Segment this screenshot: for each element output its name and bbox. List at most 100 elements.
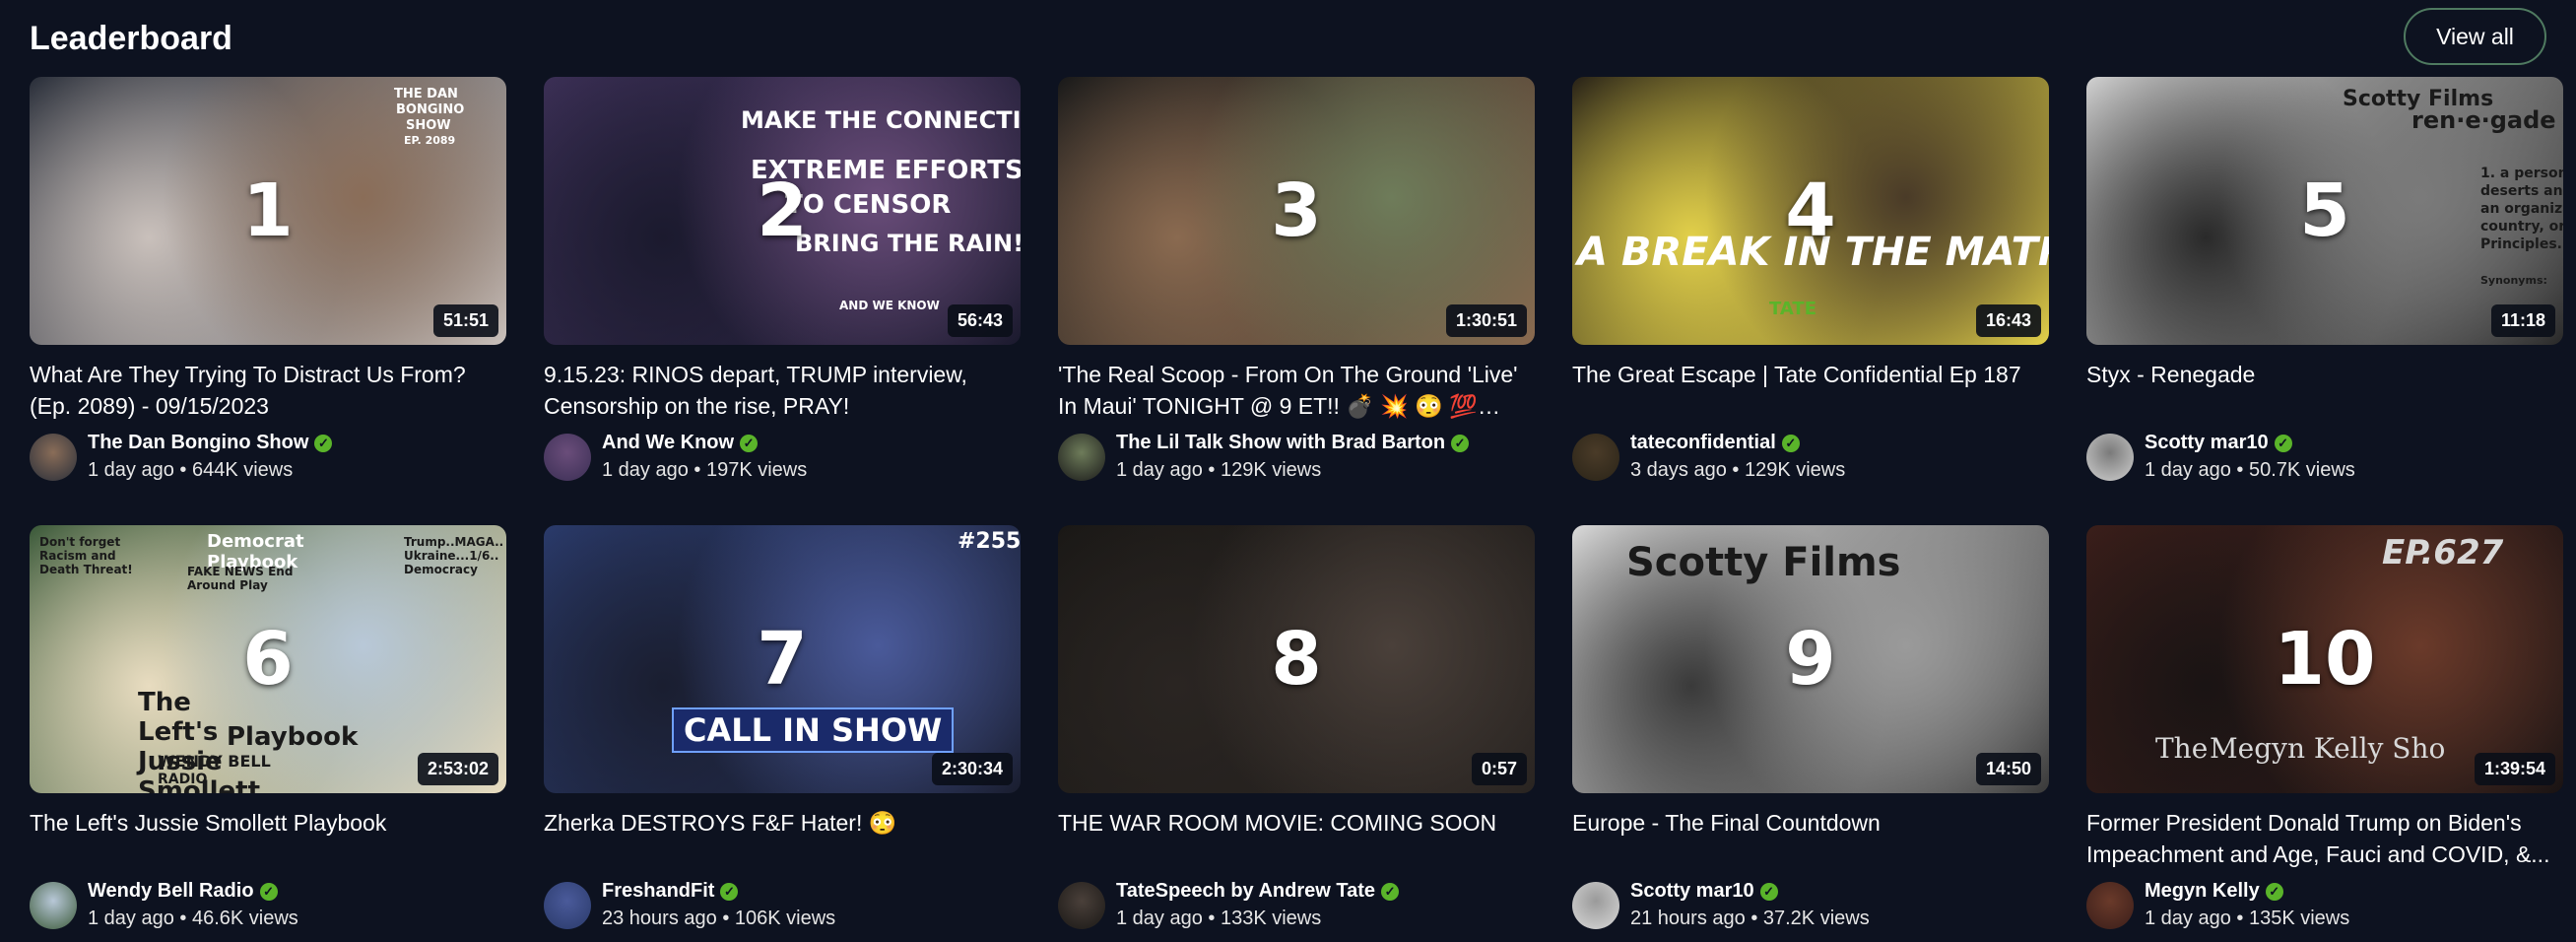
rank-number: 1 [242,168,294,253]
channel-name[interactable]: tateconfidential ✓ [1630,432,1800,454]
channel-avatar[interactable] [544,882,591,929]
video-meta: And We Know ✓ 1 day ago • 197K views [544,430,1021,485]
duration-badge: 14:50 [1975,753,2041,785]
video-card[interactable]: 10 1:39:54 EP.627 The Megyn Kelly Sho Form… [2086,525,2563,942]
video-title[interactable]: Europe - The Final Countdown [1572,807,2049,870]
channel-avatar[interactable] [1058,434,1105,481]
video-title[interactable]: Styx - Renegade [2086,359,2563,422]
video-card[interactable]: 8 0:57 THE WAR ROOM MOVIE: COMING SOON T… [1058,525,1535,942]
duration-badge: 56:43 [947,304,1013,337]
video-stats: 21 hours ago • 37.2K views [1630,908,1870,929]
rank-number: 5 [2299,168,2350,253]
video-thumbnail[interactable]: 10 1:39:54 EP.627 The Megyn Kelly Sho [2086,525,2563,793]
verified-check-icon: ✓ [2274,434,2292,452]
channel-avatar[interactable] [2086,882,2134,929]
video-title[interactable]: What Are They Trying To Distract Us From… [30,359,506,422]
channel-label: FreshandFit [602,880,715,902]
duration-badge: 1:39:54 [2474,753,2555,785]
channel-avatar[interactable] [1572,434,1619,481]
video-grid: 1 51:51 THE DAN BONGINO SHOW EP. 2089 What … [30,77,2563,942]
channel-label: The Lil Talk Show with Brad Barton [1116,432,1446,453]
rank-number: 2 [757,168,808,253]
video-thumbnail[interactable]: 1 51:51 THE DAN BONGINO SHOW EP. 2089 [30,77,506,345]
channel-name[interactable]: FreshandFit ✓ [602,880,739,903]
video-meta: FreshandFit ✓ 23 hours ago • 106K views [544,878,1021,933]
video-card[interactable]: 1 51:51 THE DAN BONGINO SHOW EP. 2089 What … [30,77,506,525]
channel-avatar[interactable] [1058,882,1105,929]
verified-check-icon: ✓ [1451,434,1470,452]
verified-check-icon: ✓ [259,882,278,901]
verified-check-icon: ✓ [1759,882,1778,901]
channel-avatar[interactable] [1572,882,1619,929]
video-card[interactable]: 4 16:43 A BREAK IN THE MATRIXTATE The Gr… [1572,77,2049,525]
video-stats: 1 day ago • 135K views [2145,908,2350,929]
channel-name[interactable]: And We Know ✓ [602,432,759,454]
rank-number: 9 [1785,617,1836,702]
verified-check-icon: ✓ [740,434,759,452]
video-thumbnail[interactable]: 8 0:57 [1058,525,1535,793]
video-card[interactable]: 5 11:18 Scotty Films ren·e·gade 1. a perso… [2086,77,2563,525]
video-thumbnail[interactable]: 9 14:50 Scotty Films [1572,525,2049,793]
video-stats: 1 day ago • 197K views [602,459,808,481]
video-thumbnail[interactable]: 5 11:18 Scotty Films ren·e·gade 1. a perso… [2086,77,2563,345]
duration-badge: 11:18 [2490,304,2555,337]
view-all-button[interactable]: View all [2404,8,2546,65]
verified-check-icon: ✓ [1781,434,1800,452]
video-card[interactable]: 2 56:43 MAKE THE CONNECTIONEXTREME EFFOR… [544,77,1021,525]
duration-badge: 51:51 [432,304,498,337]
verified-check-icon: ✓ [2265,882,2283,901]
video-thumbnail[interactable]: 3 1:30:51 [1058,77,1535,345]
video-stats: 1 day ago • 46.6K views [88,908,298,929]
channel-name[interactable]: Wendy Bell Radio ✓ [88,880,278,903]
video-meta: TateSpeech by Andrew Tate ✓ 1 day ago • … [1058,878,1535,933]
video-title[interactable]: 'The Real Scoop - From On The Ground 'Li… [1058,359,1535,422]
rank-number: 4 [1785,168,1836,253]
video-title[interactable]: Zherka DESTROYS F&F Hater! 😳 [544,807,1021,870]
video-thumbnail[interactable]: 6 2:53:02 Democrat Playbook FAKE NEWS End… [30,525,506,793]
channel-name[interactable]: The Dan Bongino Show ✓ [88,432,333,454]
video-card[interactable]: 6 2:53:02 Democrat Playbook FAKE NEWS End… [30,525,506,942]
channel-label: The Dan Bongino Show [88,432,309,453]
channel-name[interactable]: The Lil Talk Show with Brad Barton ✓ [1116,432,1470,454]
video-meta: Scotty mar10 ✓ 21 hours ago • 37.2K view… [1572,878,2049,933]
video-meta: Megyn Kelly ✓ 1 day ago • 135K views [2086,878,2563,933]
duration-badge: 2:30:34 [931,753,1013,785]
video-meta: Wendy Bell Radio ✓ 1 day ago • 46.6K vie… [30,878,506,933]
channel-label: tateconfidential [1630,432,1776,453]
video-card[interactable]: 9 14:50 Scotty Films Europe - The Final … [1572,525,2049,942]
video-thumbnail[interactable]: 2 56:43 MAKE THE CONNECTIONEXTREME EFFOR… [544,77,1021,345]
channel-name[interactable]: TateSpeech by Andrew Tate ✓ [1116,880,1400,903]
channel-avatar[interactable] [2086,434,2134,481]
rank-number: 8 [1271,617,1322,702]
video-stats: 1 day ago • 133K views [1116,908,1322,929]
verified-check-icon: ✓ [720,882,739,901]
video-title[interactable]: The Great Escape | Tate Confidential Ep … [1572,359,2049,422]
video-thumbnail[interactable]: 4 16:43 A BREAK IN THE MATRIXTATE [1572,77,2049,345]
video-card[interactable]: 3 1:30:51 'The Real Scoop - From On The … [1058,77,1535,525]
video-title[interactable]: 9.15.23: RINOS depart, TRUMP interview, … [544,359,1021,422]
video-card[interactable]: 7 2:30:34 #255 CALL IN SHOW Zherka DESTRO… [544,525,1021,942]
video-stats: 1 day ago • 50.7K views [2145,459,2355,481]
video-thumbnail[interactable]: 7 2:30:34 #255 CALL IN SHOW [544,525,1021,793]
duration-badge: 16:43 [1975,304,2041,337]
video-title[interactable]: THE WAR ROOM MOVIE: COMING SOON [1058,807,1535,870]
verified-check-icon: ✓ [1381,882,1400,901]
video-title[interactable]: Former President Donald Trump on Biden's… [2086,807,2563,870]
channel-name[interactable]: Scotty mar10 ✓ [2145,432,2292,454]
video-title[interactable]: The Left's Jussie Smollett Playbook [30,807,506,870]
video-stats: 1 day ago • 129K views [1116,459,1322,481]
section-title: Leaderboard [30,20,232,57]
channel-avatar[interactable] [30,434,77,481]
channel-label: Scotty mar10 [1630,880,1754,902]
channel-avatar[interactable] [30,882,77,929]
channel-label: Scotty mar10 [2145,432,2269,453]
channel-avatar[interactable] [544,434,591,481]
video-meta: The Dan Bongino Show ✓ 1 day ago • 644K … [30,430,506,485]
video-meta: tateconfidential ✓ 3 days ago • 129K vie… [1572,430,2049,485]
channel-name[interactable]: Megyn Kelly ✓ [2145,880,2283,903]
channel-name[interactable]: Scotty mar10 ✓ [1630,880,1778,903]
verified-check-icon: ✓ [314,434,333,452]
channel-label: Megyn Kelly [2145,880,2260,902]
video-stats: 3 days ago • 129K views [1630,459,1846,481]
video-stats: 1 day ago • 644K views [88,459,294,481]
